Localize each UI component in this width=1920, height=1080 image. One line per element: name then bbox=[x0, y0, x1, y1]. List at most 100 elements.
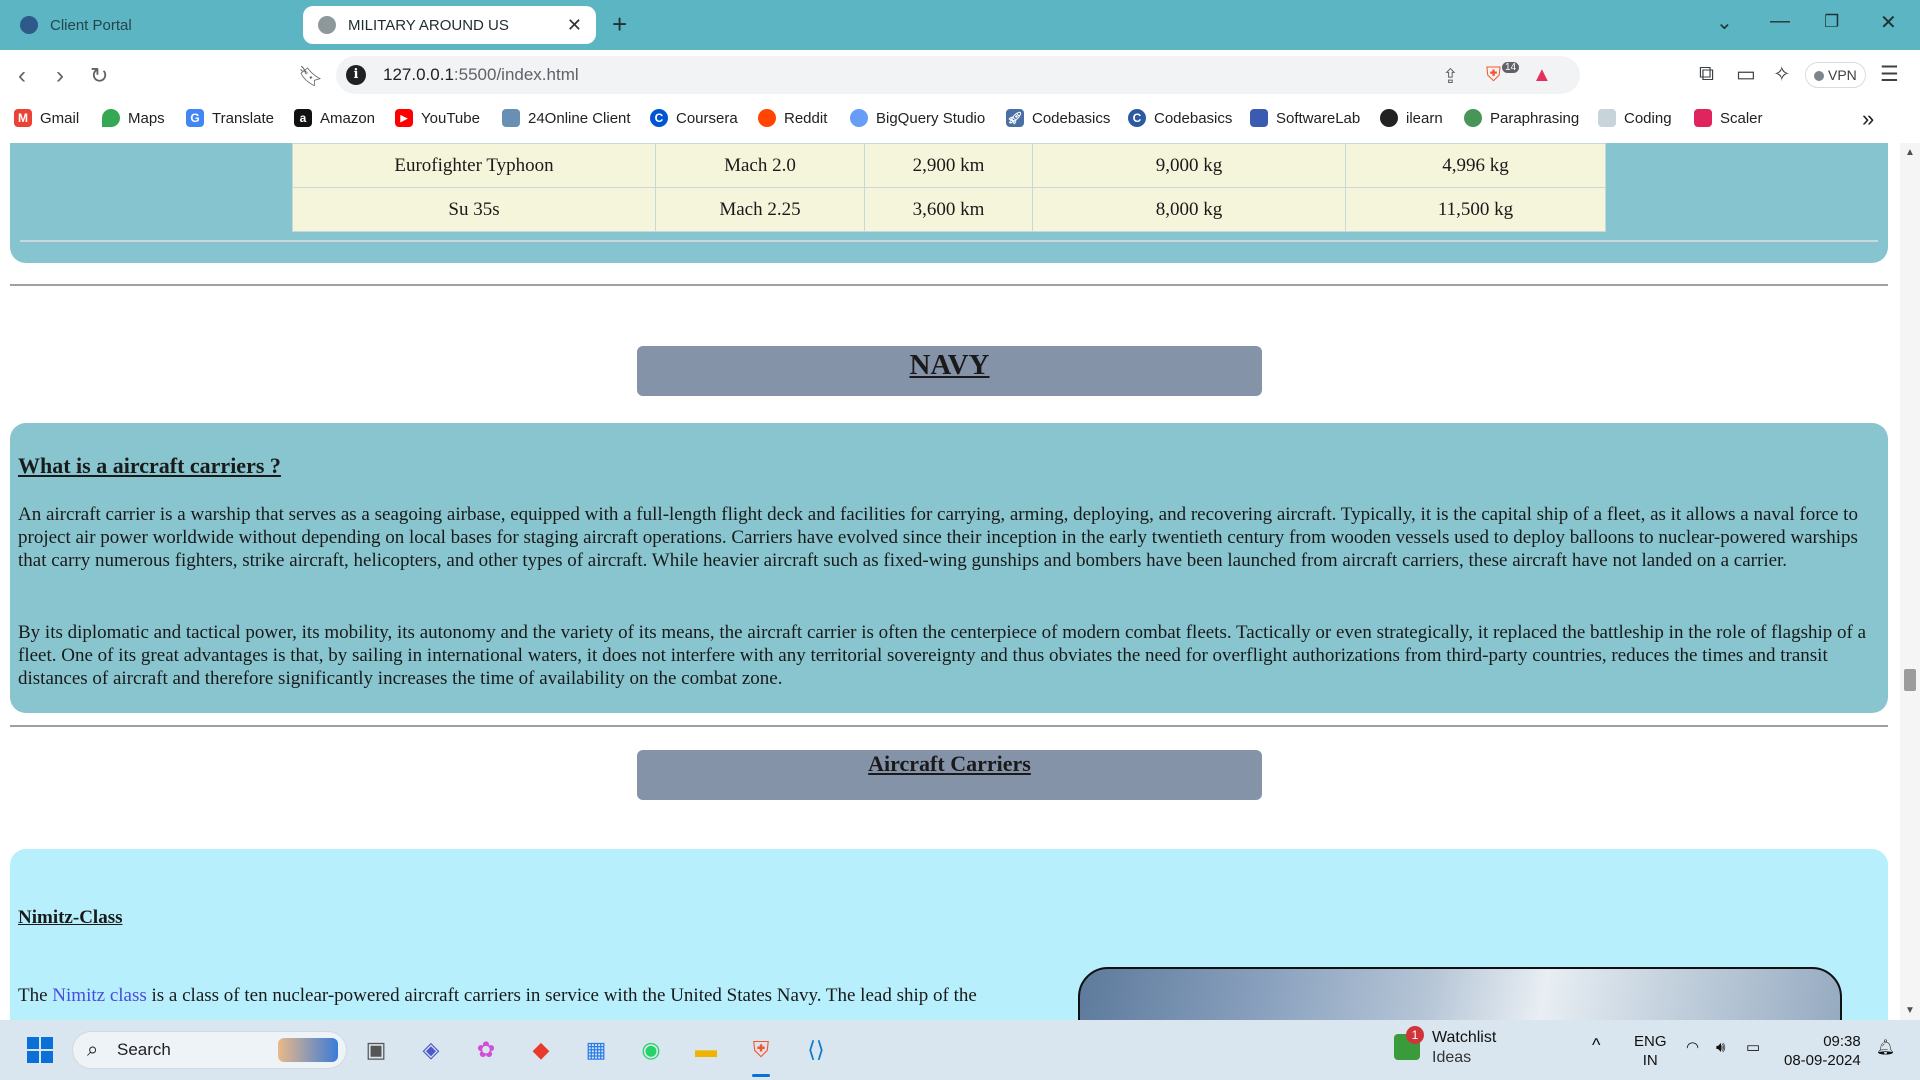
bookmark-softwarelab[interactable]: SoftwareLab bbox=[1250, 109, 1360, 127]
notification-bell-icon[interactable]: 🔔︎ bbox=[1876, 1038, 1895, 1057]
app-diamond-icon[interactable]: ◆ bbox=[525, 1034, 557, 1066]
bookmark-codebasics-1[interactable]: 🚀︎ Codebasics bbox=[1006, 109, 1110, 127]
scrollbar-thumb[interactable] bbox=[1904, 669, 1916, 691]
tab-search-chevron-icon[interactable]: ⌄ bbox=[1716, 10, 1733, 35]
whatsapp-icon[interactable]: ◉ bbox=[635, 1034, 667, 1066]
navy-heading-box: NAVY bbox=[637, 346, 1262, 396]
close-tab-icon[interactable]: ✕ bbox=[567, 15, 582, 36]
tab-military-around-us[interactable]: MILITARY AROUND US ✕ bbox=[303, 6, 596, 44]
table-cell: 8,000 kg bbox=[1032, 187, 1346, 232]
url-host: 127.0.0.1 bbox=[383, 65, 454, 84]
watchlist-subtitle: Ideas bbox=[1432, 1049, 1472, 1066]
bookmark-label: YouTube bbox=[421, 109, 480, 127]
show-hidden-icons-chevron-icon[interactable]: ^ bbox=[1592, 1036, 1600, 1055]
bookmark-youtube[interactable]: ▶ YouTube bbox=[395, 109, 480, 127]
bookmark-coding[interactable]: Coding bbox=[1598, 109, 1672, 127]
language-indicator[interactable]: ENG IN bbox=[1634, 1032, 1667, 1070]
scroll-up-icon[interactable]: ▲ bbox=[1905, 147, 1915, 158]
bookmark-label: Scaler bbox=[1720, 109, 1763, 127]
page-viewport: Eurofighter Typhoon Mach 2.0 2,900 km 9,… bbox=[0, 143, 1900, 1020]
wallet-icon[interactable]: ▭ bbox=[1736, 62, 1756, 87]
watchlist-badge: 1 bbox=[1406, 1026, 1424, 1044]
menu-icon[interactable]: ☰ bbox=[1880, 62, 1899, 87]
region-code: IN bbox=[1642, 1052, 1658, 1069]
tab-client-portal[interactable]: Client Portal bbox=[6, 6, 296, 44]
search-label: Search bbox=[117, 1040, 171, 1059]
watchlist-widget[interactable]: Watchlist Ideas bbox=[1432, 1028, 1496, 1068]
table-cell: Su 35s bbox=[292, 187, 656, 232]
bookmark-icon[interactable]: 🔖︎ bbox=[298, 64, 323, 89]
copilot-icon[interactable]: ✿ bbox=[470, 1034, 502, 1066]
file-explorer-icon[interactable]: ▬ bbox=[690, 1034, 722, 1066]
24online-icon bbox=[502, 109, 520, 127]
teams-icon[interactable]: ◈ bbox=[415, 1034, 447, 1066]
bookmark-label: Coursera bbox=[676, 109, 738, 127]
client-portal-favicon-icon bbox=[20, 16, 38, 34]
bookmark-ilearn[interactable]: ilearn bbox=[1380, 109, 1443, 127]
translate-icon: G bbox=[186, 109, 204, 127]
section-divider bbox=[20, 240, 1878, 242]
bookmark-bigquery[interactable]: BigQuery Studio bbox=[850, 109, 985, 127]
watchlist-title: Watchlist bbox=[1432, 1029, 1497, 1046]
bookmark-24online[interactable]: 24Online Client bbox=[502, 109, 631, 127]
windows-taskbar: ⌕ Search ▣ ◈ ✿ ◆ ▦ ◉ ▬ ⛨ ⟨⟩ 1 Watchlist … bbox=[0, 1020, 1920, 1080]
reload-icon[interactable]: ↻ bbox=[90, 63, 108, 89]
forward-icon[interactable]: › bbox=[56, 62, 64, 90]
brave-shield-icon[interactable]: ⛨ bbox=[1486, 64, 1501, 87]
windows-start-icon[interactable] bbox=[24, 1034, 56, 1066]
maps-icon bbox=[102, 109, 120, 127]
bookmark-maps[interactable]: Maps bbox=[102, 109, 165, 127]
restore-icon[interactable]: ❐ bbox=[1824, 12, 1839, 32]
back-icon[interactable]: ‹ bbox=[18, 62, 26, 90]
bookmark-scaler[interactable]: Scaler bbox=[1694, 109, 1763, 127]
bookmark-amazon[interactable]: a Amazon bbox=[294, 109, 375, 127]
bookmark-gmail[interactable]: M Gmail bbox=[14, 109, 79, 127]
nimitz-carrier-image bbox=[1078, 967, 1842, 1020]
tab-strip: Client Portal MILITARY AROUND US ✕ + ⌄ —… bbox=[0, 0, 1920, 50]
bookmark-translate[interactable]: G Translate bbox=[186, 109, 274, 127]
extensions-icon[interactable]: ⧉ bbox=[1699, 62, 1714, 86]
battery-icon[interactable]: ▭ bbox=[1746, 1038, 1760, 1057]
nimitz-class-link[interactable]: Nimitz class bbox=[52, 985, 146, 1006]
bookmark-label: Paraphrasing bbox=[1490, 109, 1580, 127]
aircraft-carriers-heading-box: Aircraft Carriers bbox=[637, 750, 1262, 800]
more-bookmarks-icon[interactable]: » bbox=[1862, 106, 1874, 132]
coding-icon bbox=[1598, 109, 1616, 127]
clock[interactable]: 09:38 08-09-2024 bbox=[1784, 1032, 1861, 1070]
aircraft-carrier-info-section: What is a aircraft carriers ? An aircraf… bbox=[10, 423, 1888, 713]
vpn-label: VPN bbox=[1828, 67, 1857, 83]
horizontal-rule bbox=[10, 725, 1888, 727]
vscode-icon[interactable]: ⟨⟩ bbox=[800, 1034, 832, 1066]
bookmark-paraphrasing[interactable]: Paraphrasing bbox=[1464, 109, 1579, 127]
brave-browser-icon[interactable]: ⛨ bbox=[745, 1034, 777, 1066]
scroll-down-icon[interactable]: ▼ bbox=[1905, 1005, 1915, 1016]
bookmark-label: ilearn bbox=[1406, 109, 1443, 127]
bookmark-label: BigQuery Studio bbox=[876, 109, 986, 127]
site-info-icon[interactable]: i bbox=[346, 65, 366, 85]
aircraft-carriers-heading: Aircraft Carriers bbox=[868, 751, 1031, 776]
taskbar-search[interactable]: ⌕ Search bbox=[72, 1031, 347, 1069]
vpn-button[interactable]: VPN bbox=[1805, 62, 1866, 88]
volume-icon[interactable]: 🔊︎ bbox=[1716, 1038, 1725, 1057]
new-tab-icon[interactable]: + bbox=[612, 9, 627, 40]
brave-rewards-icon[interactable]: ▲ bbox=[1532, 64, 1552, 87]
toolbar: ‹ › ↻ 🔖︎ i 127.0.0.1:5500/index.html ⇪ ⛨… bbox=[0, 50, 1920, 100]
bookmark-label: Codebasics bbox=[1032, 109, 1111, 127]
bookmark-coursera[interactable]: C Coursera bbox=[650, 109, 738, 127]
close-window-icon[interactable]: ✕ bbox=[1880, 10, 1897, 35]
nimitz-text: The bbox=[18, 985, 53, 1006]
bookmark-reddit[interactable]: Reddit bbox=[758, 109, 827, 127]
wifi-icon[interactable]: ◠ bbox=[1686, 1038, 1699, 1057]
microsoft-store-icon[interactable]: ▦ bbox=[580, 1034, 612, 1066]
globe-icon bbox=[1380, 109, 1398, 127]
bookmark-label: Coding bbox=[1624, 109, 1672, 127]
task-view-icon[interactable]: ▣ bbox=[360, 1034, 392, 1066]
page-scrollbar[interactable]: ▲ ▼ bbox=[1900, 143, 1920, 1020]
minimize-icon[interactable]: — bbox=[1770, 10, 1790, 33]
address-bar[interactable]: i 127.0.0.1:5500/index.html ⇪ ⛨ 14 ▲ bbox=[336, 56, 1580, 94]
leo-ai-icon[interactable]: ✧ bbox=[1773, 62, 1791, 87]
table-cell: 11,500 kg bbox=[1345, 187, 1606, 232]
share-icon[interactable]: ⇪ bbox=[1442, 64, 1459, 89]
bookmark-codebasics-2[interactable]: C Codebasics bbox=[1128, 109, 1232, 127]
carrier-paragraph-2: By its diplomatic and tactical power, it… bbox=[18, 622, 1867, 689]
